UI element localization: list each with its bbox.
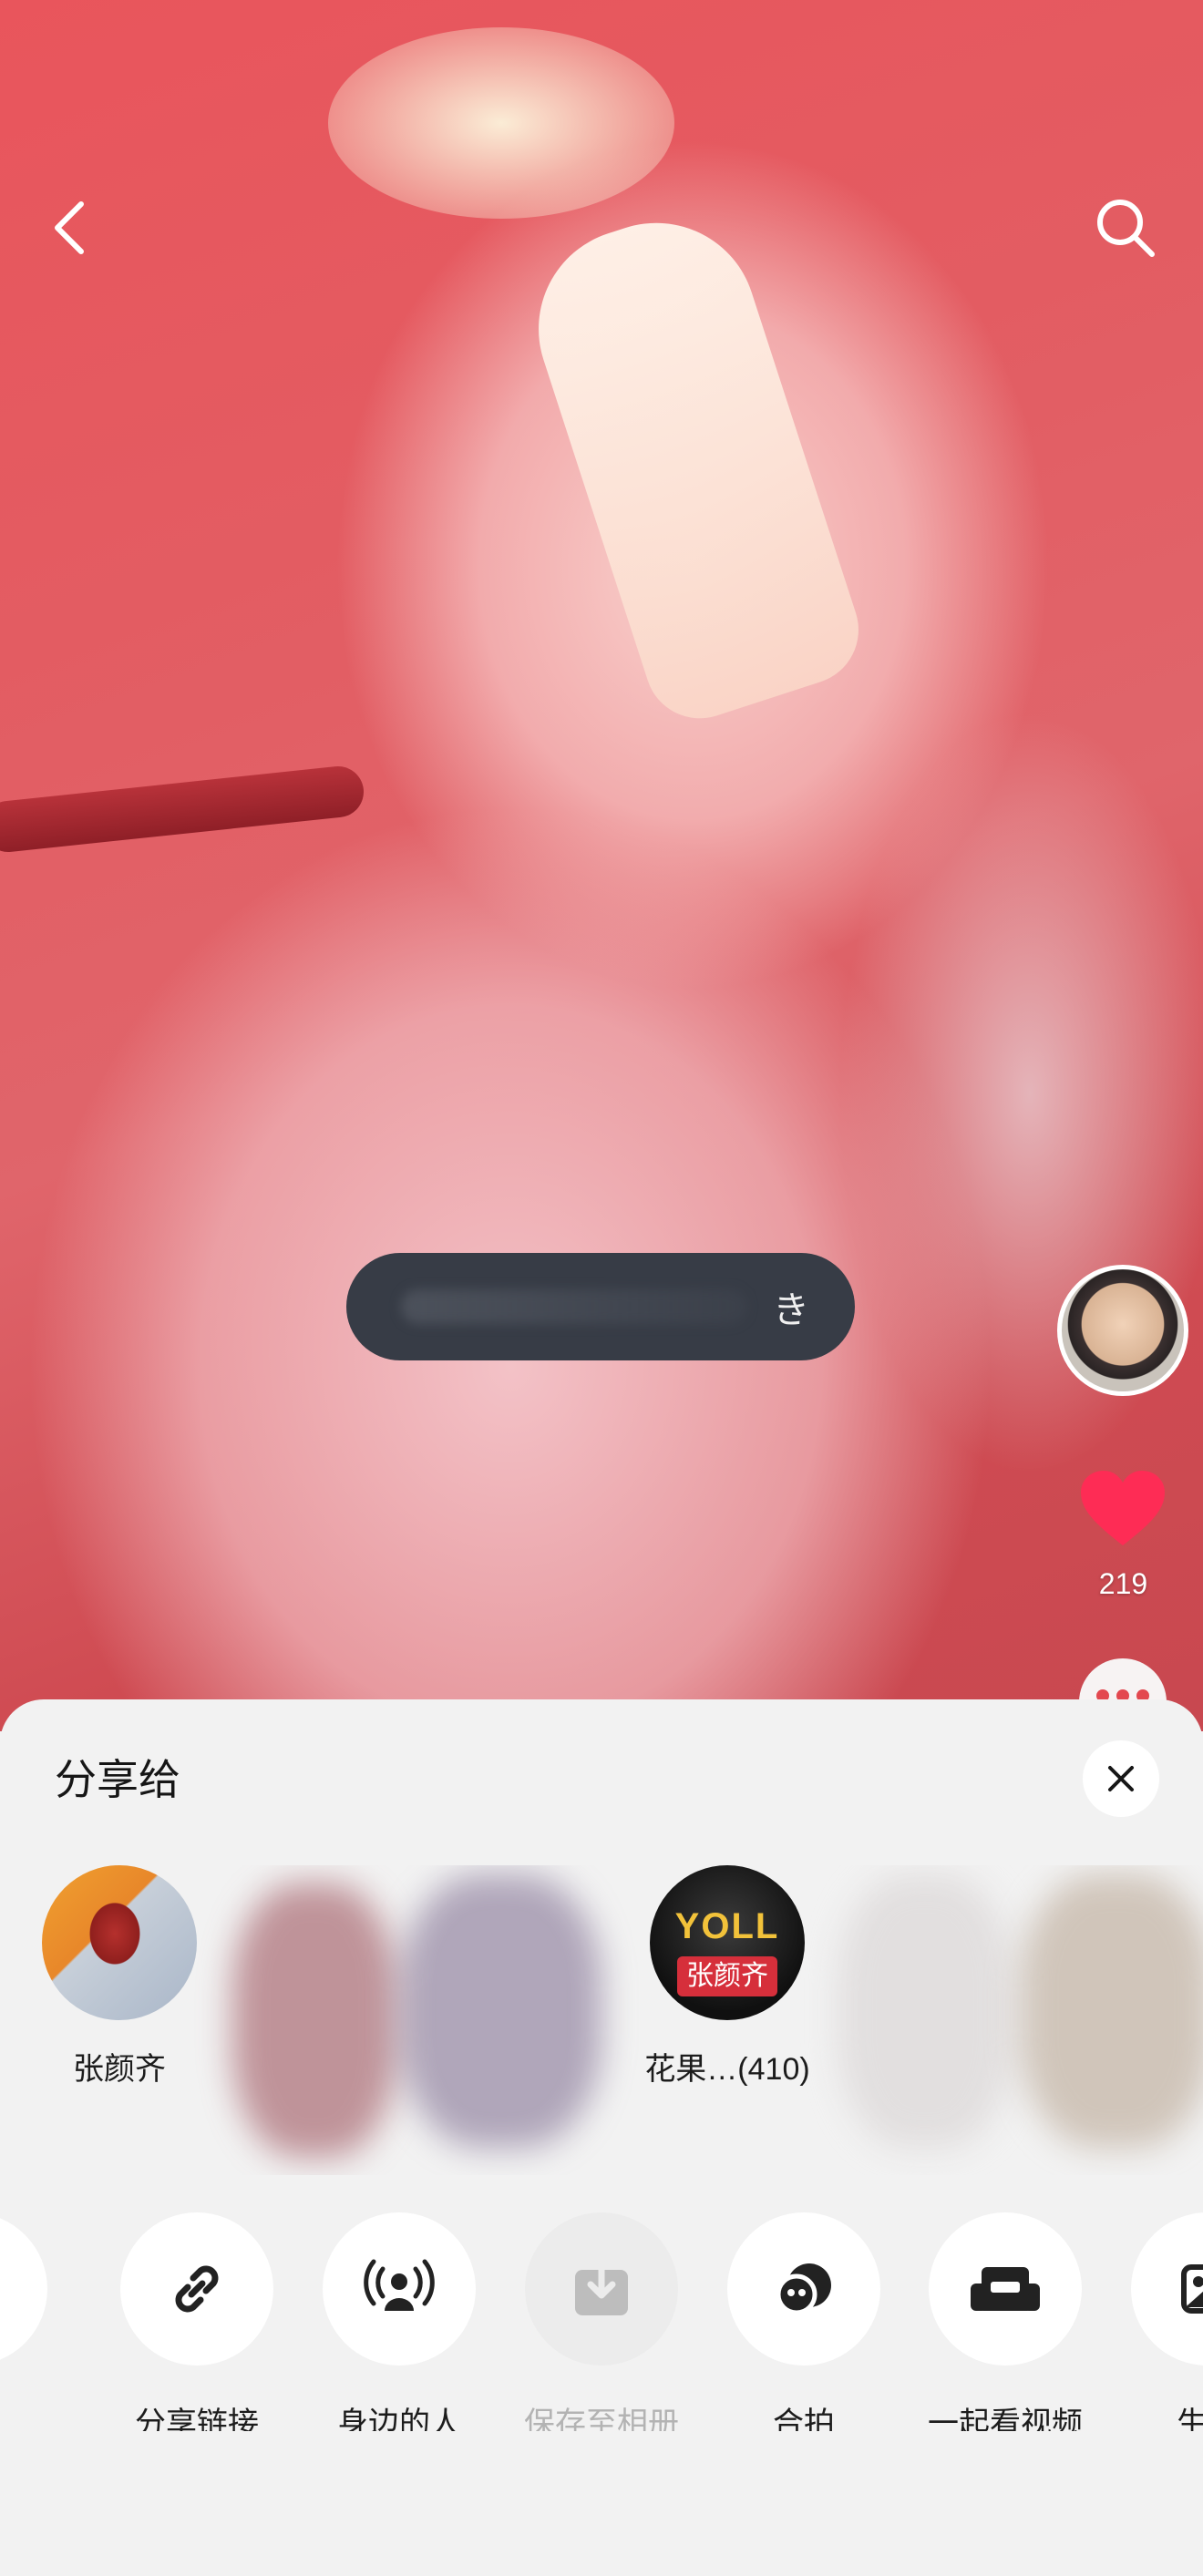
action-hot[interactable]: 热门 bbox=[0, 2212, 71, 2431]
creator-avatar[interactable] bbox=[1057, 1265, 1188, 1396]
back-button[interactable] bbox=[27, 187, 109, 269]
share-actions: 热门 分享链接 bbox=[0, 2212, 1203, 2431]
like-count: 219 bbox=[1098, 1567, 1148, 1600]
contact-item[interactable]: 张颜齐 bbox=[24, 1865, 215, 2089]
action-label: 保存至相册 bbox=[524, 2407, 679, 2431]
action-share-link[interactable]: 分享链接 bbox=[97, 2212, 297, 2431]
like-button[interactable] bbox=[1077, 1462, 1168, 1554]
toast-glyph: き bbox=[773, 1290, 809, 1330]
action-label: 身边的人 bbox=[337, 2407, 461, 2431]
action-label: 合拍 bbox=[773, 2407, 835, 2431]
watch-together-icon bbox=[971, 2267, 1040, 2311]
video-frame-microphone bbox=[0, 764, 366, 855]
contact-list: 张颜齐 YOLL 张颜齐 花果…(410) bbox=[0, 1865, 1203, 2175]
toast-message: き bbox=[346, 1253, 855, 1360]
contact-item[interactable]: YOLL 张颜齐 花果…(410) bbox=[632, 1865, 823, 2089]
contact-avatar: YOLL 张颜齐 bbox=[650, 1865, 805, 2020]
toast-redacted-text bbox=[401, 1289, 747, 1324]
share-sheet: 分享给 张颜齐 YOLL 张颜齐 花果…(410) 分享链接 身边的人 保存至相… bbox=[0, 1699, 1203, 2576]
video-frame-arm bbox=[512, 197, 873, 733]
image-icon bbox=[1181, 2264, 1203, 2314]
close-button[interactable] bbox=[1083, 1740, 1159, 1817]
video-player[interactable]: き 219 bbox=[0, 0, 1203, 1731]
action-generate[interactable]: 生成 bbox=[1107, 2212, 1203, 2431]
redacted-contact-avatar bbox=[401, 1874, 602, 2148]
action-label: 生成 bbox=[1177, 2407, 1203, 2431]
avatar-text: 张颜齐 bbox=[677, 1956, 777, 1996]
nearby-icon bbox=[364, 2259, 435, 2311]
action-duet[interactable]: 合拍 bbox=[704, 2212, 904, 2431]
video-frame-hand bbox=[328, 27, 674, 219]
action-label: 一起看视频 bbox=[928, 2407, 1083, 2431]
contact-name: 花果…(410) bbox=[644, 2052, 810, 2087]
redacted-contact-avatar bbox=[1021, 1874, 1203, 2148]
search-button[interactable] bbox=[1085, 187, 1167, 269]
action-label: 分享链接 bbox=[135, 2407, 259, 2431]
redacted-contact-avatar bbox=[838, 1874, 1012, 2148]
search-icon bbox=[1097, 200, 1155, 257]
action-save-to-album[interactable]: 保存至相册 bbox=[501, 2212, 702, 2431]
link-icon bbox=[175, 2265, 219, 2313]
contact-avatar bbox=[42, 1865, 197, 2020]
sheet-title: 分享给 bbox=[55, 1756, 180, 1803]
redacted-contact-avatar bbox=[232, 1883, 396, 2157]
avatar-text: YOLL bbox=[674, 1906, 780, 1946]
heart-icon bbox=[1081, 1471, 1165, 1545]
action-label: 热门 bbox=[0, 2398, 71, 2431]
chevron-left-icon bbox=[55, 201, 84, 254]
action-watch-together[interactable]: 一起看视频 bbox=[905, 2212, 1105, 2431]
duet-icon bbox=[776, 2263, 831, 2315]
action-nearby-people[interactable]: 身边的人 bbox=[299, 2212, 499, 2431]
contact-name: 张颜齐 bbox=[73, 2052, 166, 2087]
close-icon bbox=[1108, 1766, 1134, 1791]
save-icon bbox=[575, 2259, 628, 2315]
